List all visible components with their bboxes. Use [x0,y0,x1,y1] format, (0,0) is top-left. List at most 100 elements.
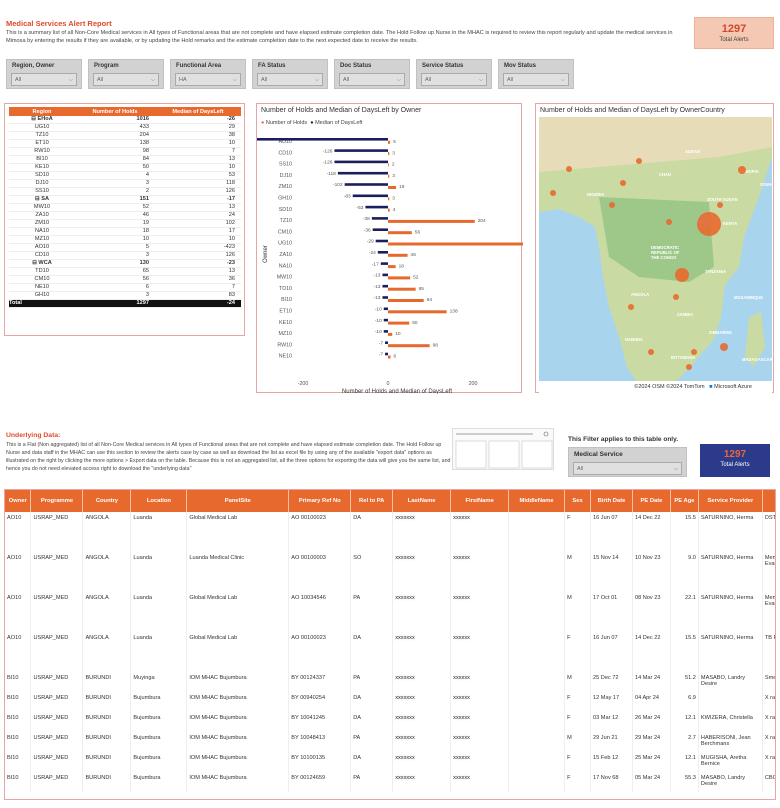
region-row[interactable]: NA10 18 17 [9,227,241,237]
map-bubble[interactable] [648,349,654,355]
table-row[interactable]: BI10 USRAP_MED BURUNDI Bujumbura IOM MHAC Bu… [5,752,775,772]
region-row[interactable]: ET10 138 10 [9,139,241,149]
filter-dropdown[interactable]: All ⌵ [421,73,487,86]
filter-dropdown[interactable]: All ⌵ [11,73,77,86]
table-cell [508,512,566,552]
filter-0[interactable]: Region, Owner All ⌵ [6,59,82,89]
table-cell: ANGOLA [82,592,132,632]
map-bubble[interactable] [609,202,615,208]
region-row[interactable]: KE10 50 10 [9,163,241,173]
detail-col-header[interactable]: Primary Ref No [288,490,352,512]
map-bubble[interactable] [566,166,572,172]
detail-col-header[interactable]: PE Age [670,490,699,512]
region-row[interactable]: ZM10 19 102 [9,219,241,229]
y-axis-title: Owner [263,245,269,263]
detail-col-header[interactable]: Programme [30,490,84,512]
filter-6[interactable]: Mov Status All ⌵ [498,59,574,89]
map-bubble[interactable] [686,364,692,370]
holds-bar [388,310,447,314]
region-row[interactable]: TZ10 204 38 [9,131,241,141]
map-bubble[interactable] [720,343,728,351]
detail-col-header[interactable]: Owner [5,490,32,512]
region-row[interactable]: SS10 2 126 [9,187,241,197]
table-row[interactable]: AO10 USRAP_MED ANGOLA Luanda Global Medical … [5,632,775,672]
filter-dropdown[interactable]: All ⌵ [503,73,569,86]
africa-map[interactable]: SUDANETHIOPIASOMALIANIGERIADEMOCRATIC RE… [539,117,772,393]
region-row[interactable]: TD10 65 13 [9,267,241,277]
table-cell: xxxxxxx [392,772,452,792]
detail-col-header[interactable] [762,490,775,512]
map-bubble[interactable] [738,166,746,174]
filter-4[interactable]: Doc Status All ⌵ [334,59,410,89]
map-bubble[interactable] [673,294,679,300]
region-row[interactable]: MW10 52 13 [9,203,241,213]
detail-col-header[interactable]: MiddleName [508,490,566,512]
map-bubble[interactable] [636,158,642,164]
region-row[interactable]: GH10 3 83 [9,291,241,301]
table-row[interactable]: AO10 USRAP_MED ANGOLA Luanda Global Medical … [5,512,775,552]
col-median[interactable]: Median of DaysLeft [155,107,241,116]
filter-5[interactable]: Service Status All ⌵ [416,59,492,89]
detail-col-header[interactable]: Rel to PA [350,490,394,512]
map-bubble[interactable] [628,304,634,310]
holds-data-label: 46 [411,252,417,258]
map-bubble[interactable] [691,349,697,355]
region-name: TZ10 [9,131,75,141]
region-row[interactable]: ⊟ EHoA 1016 -26 [9,116,241,125]
region-row[interactable]: CD10 3 126 [9,251,241,261]
region-row[interactable]: ⊟ SA 151 -17 [9,195,241,205]
filter-dropdown[interactable]: All ⌵ [93,73,159,86]
table-cell: BURUNDI [82,712,132,732]
table-row[interactable]: BI10 USRAP_MED BURUNDI Bujumbura IOM MHAC Bu… [5,692,775,712]
region-row[interactable]: CM10 56 36 [9,275,241,285]
map-bubble[interactable] [697,212,721,236]
table-row[interactable]: AO10 USRAP_MED ANGOLA Luanda Global Medical … [5,592,775,632]
region-row[interactable]: ⊟ WCA 130 -23 [9,259,241,269]
filter-dropdown[interactable]: All ⌵ [339,73,405,86]
detail-col-header[interactable]: Location [130,490,188,512]
region-row[interactable]: MZ10 10 10 [9,235,241,245]
medical-service-dropdown[interactable]: All ⌵ [573,462,682,475]
col-region[interactable]: Region [9,107,75,116]
detail-col-header[interactable]: PE Date [632,490,671,512]
filter-dropdown[interactable]: All ⌵ [257,73,323,86]
table-row[interactable]: AO10 USRAP_MED ANGOLA Luanda Luanda Medical … [5,552,775,592]
table-cell: 17 Oct 01 [590,592,633,632]
table-row[interactable]: BI10 USRAP_MED BURUNDI Muyinga IOM MHAC Buju… [5,672,775,692]
region-holds: 84 [75,155,155,165]
map-bubble[interactable] [675,268,689,282]
region-row[interactable]: AO10 5 -423 [9,243,241,253]
table-cell: xxxxxx [450,512,510,552]
detail-col-header[interactable]: Birth Date [590,490,633,512]
region-row[interactable]: DJ10 3 118 [9,179,241,189]
table-row[interactable]: BI10 USRAP_MED BURUNDI Bujumbura IOM MHAC Bu… [5,712,775,732]
col-holds[interactable]: Number of Holds [75,107,155,116]
filter-dropdown[interactable]: HA ⌵ [175,73,241,86]
map-bubble[interactable] [550,190,556,196]
map-bubble[interactable] [717,202,723,208]
detail-col-header[interactable]: Country [82,490,132,512]
table-row[interactable]: BI10 USRAP_MED BURUNDI Bujumbura IOM MHAC Bu… [5,732,775,752]
table-cell: 2.7 [670,732,699,752]
map-bubble[interactable] [620,180,626,186]
medical-service-filter[interactable]: Medical Service All ⌵ [568,447,687,477]
filter-3[interactable]: FA Status All ⌵ [252,59,328,89]
region-row[interactable]: ZA10 46 24 [9,211,241,221]
region-row[interactable]: UG10 433 29 [9,123,241,133]
detail-col-header[interactable]: FirstName [450,490,510,512]
region-row[interactable]: NE10 6 7 [9,283,241,293]
table-cell: PA [350,772,394,792]
map-bubble[interactable] [666,219,672,225]
filter-1[interactable]: Program All ⌵ [88,59,164,89]
median-bar [375,239,388,243]
filter-2[interactable]: Functional Area HA ⌵ [170,59,246,89]
region-row[interactable]: SD10 4 53 [9,171,241,181]
region-row[interactable]: BI10 84 13 [9,155,241,165]
chevron-down-icon: ⌵ [232,77,237,83]
detail-col-header[interactable]: Service Provider [698,490,763,512]
detail-col-header[interactable]: Sex [564,490,592,512]
detail-col-header[interactable]: LastName [392,490,452,512]
table-row[interactable]: BI10 USRAP_MED BURUNDI Bujumbura IOM MHAC Bu… [5,772,775,792]
detail-col-header[interactable]: PanelSite [186,490,290,512]
region-row[interactable]: RW10 98 7 [9,147,241,157]
